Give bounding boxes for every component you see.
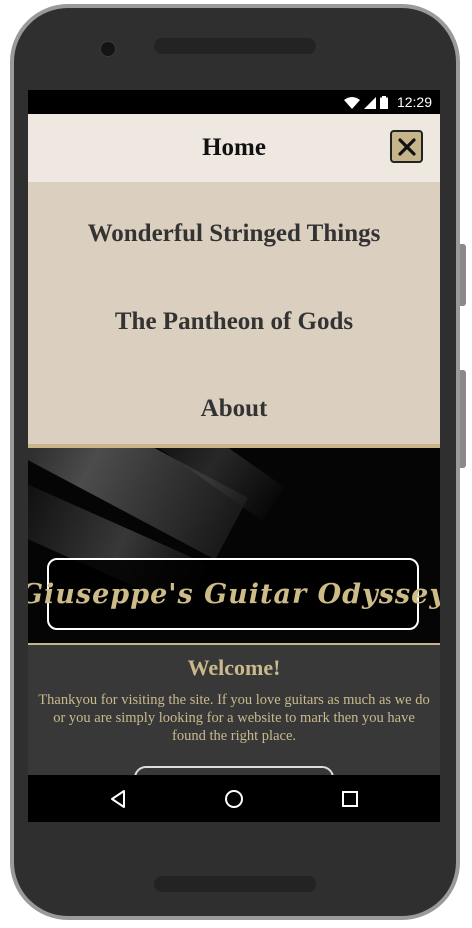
close-menu-button[interactable]	[390, 130, 423, 163]
menu-item-pantheon-of-gods[interactable]: The Pantheon of Gods	[28, 308, 440, 336]
battery-icon	[380, 96, 388, 109]
welcome-text: Thankyou for visiting the site. If you l…	[38, 692, 430, 744]
phone-screen: 12:29 Home Wonderful Stringed Things The…	[28, 90, 440, 822]
recents-button[interactable]	[338, 787, 362, 811]
menu-item-about[interactable]: About	[28, 395, 440, 423]
wifi-icon	[344, 96, 360, 109]
bottom-speaker	[154, 876, 316, 892]
welcome-section: Welcome! Thankyou for visiting the site.…	[28, 645, 440, 796]
welcome-heading: Welcome!	[187, 655, 281, 680]
earpiece-speaker	[154, 38, 316, 54]
volume-button[interactable]	[460, 244, 466, 306]
site-title-box: Giuseppe's Guitar Odyssey	[28, 558, 440, 630]
close-icon	[397, 137, 416, 156]
front-camera	[100, 41, 116, 57]
back-icon	[111, 790, 125, 808]
menu-header: Home	[28, 114, 440, 182]
status-time: 12:29	[396, 94, 432, 110]
home-icon	[225, 790, 243, 808]
android-nav-bar	[28, 775, 440, 822]
menu-item-home[interactable]: Home	[28, 134, 440, 162]
menu-item-wonderful-stringed-things[interactable]: Wonderful Stringed Things	[28, 220, 440, 248]
back-button[interactable]	[106, 787, 130, 811]
recents-icon	[342, 791, 358, 807]
status-icons	[344, 96, 388, 109]
status-bar: 12:29	[28, 90, 440, 114]
power-button[interactable]	[460, 370, 466, 468]
signal-icon	[364, 96, 376, 109]
nav-menu: Wonderful Stringed Things The Pantheon o…	[28, 182, 440, 444]
hero-banner: Giuseppe's Guitar Odyssey	[28, 448, 440, 643]
site-title: Giuseppe's Guitar Odyssey	[28, 578, 440, 610]
home-button[interactable]	[222, 787, 246, 811]
